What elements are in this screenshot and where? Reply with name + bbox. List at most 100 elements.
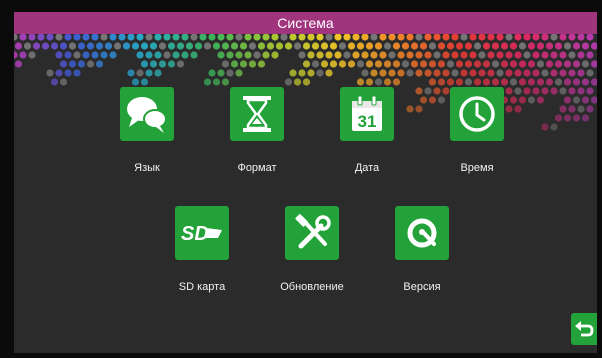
decorative-dot — [356, 60, 365, 68]
decorative-dot — [19, 51, 27, 59]
decorative-dot — [572, 78, 581, 86]
decorative-dot — [469, 51, 477, 59]
decorative-dot — [563, 42, 572, 50]
decorative-dot — [149, 60, 158, 68]
decorative-dot — [212, 42, 221, 50]
decorative-dot — [473, 78, 482, 86]
decorative-dot — [221, 42, 230, 50]
decorative-dot — [590, 60, 597, 68]
decorative-dot — [545, 78, 554, 86]
decorative-dot — [401, 42, 410, 50]
decorative-dot — [464, 60, 473, 68]
decorative-dot — [302, 60, 311, 68]
decorative-dot — [217, 69, 225, 77]
decorative-dot — [113, 42, 122, 50]
decorative-dot — [77, 42, 86, 50]
decorative-dot — [581, 96, 590, 104]
decorative-dot — [266, 42, 275, 50]
decorative-dot — [559, 51, 567, 59]
back-arrow-icon — [575, 321, 594, 337]
decorative-dot — [320, 60, 329, 68]
decorative-dot — [374, 60, 383, 68]
decorative-dot — [55, 51, 63, 59]
decorative-dot — [410, 60, 419, 68]
decorative-dot — [14, 51, 18, 59]
decorative-dot — [478, 51, 486, 59]
decorative-dot — [203, 78, 212, 86]
decorative-dot — [343, 34, 351, 41]
language-button[interactable] — [120, 87, 174, 141]
decorative-dot — [356, 78, 365, 86]
decorative-dot — [469, 69, 477, 77]
back-button[interactable] — [571, 313, 597, 345]
decorative-dot — [226, 69, 234, 77]
decorative-dot — [257, 60, 266, 68]
decorative-dot — [64, 51, 72, 59]
decorative-dot — [379, 69, 387, 77]
decorative-dot — [541, 69, 549, 77]
decorative-dot — [109, 51, 117, 59]
decorative-dot — [482, 60, 491, 68]
decorative-dot — [28, 34, 36, 41]
decorative-dot — [581, 114, 590, 122]
decorative-dot — [248, 60, 257, 68]
decorative-dot — [500, 60, 509, 68]
decorative-dot — [406, 69, 414, 77]
decorative-dot — [334, 51, 342, 59]
decorative-dot — [568, 51, 576, 59]
clock-icon — [459, 96, 495, 132]
decorative-dot — [496, 51, 504, 59]
page-title: Система — [277, 15, 334, 31]
decorative-dot — [554, 114, 563, 122]
decorative-dot — [428, 96, 437, 104]
sd-card-button[interactable]: SD — [175, 206, 229, 260]
decorative-dot — [536, 96, 545, 104]
decorative-dot — [383, 42, 392, 50]
format-button[interactable] — [230, 87, 284, 141]
decorative-dot — [491, 42, 500, 50]
decorative-dot — [496, 69, 504, 77]
decorative-dot — [568, 87, 576, 95]
decorative-dot — [284, 78, 293, 86]
decorative-dot — [235, 69, 243, 77]
decorative-dot — [361, 51, 369, 59]
decorative-dot — [545, 60, 554, 68]
decorative-dot — [181, 34, 189, 41]
decorative-dot — [149, 42, 158, 50]
update-button[interactable] — [285, 206, 339, 260]
decorative-dot — [577, 69, 585, 77]
decorative-dot — [383, 78, 392, 86]
decorative-dot — [136, 34, 144, 41]
decorative-dot — [374, 42, 383, 50]
decorative-dot — [271, 34, 279, 41]
decorative-dot — [167, 42, 176, 50]
decorative-dot — [514, 87, 522, 95]
decorative-dot — [550, 51, 558, 59]
decorative-dot — [568, 105, 576, 113]
decorative-dot — [550, 34, 558, 41]
decorative-dot — [73, 69, 81, 77]
decorative-dot — [545, 42, 554, 50]
decorative-dot — [514, 51, 522, 59]
decorative-dot — [392, 60, 401, 68]
time-button[interactable] — [450, 87, 504, 141]
decorative-dot — [590, 96, 597, 104]
decorative-dot — [208, 69, 216, 77]
decorative-dot — [523, 87, 531, 95]
decorative-dot — [442, 87, 450, 95]
decorative-dot — [433, 87, 441, 95]
decorative-dot — [181, 51, 189, 59]
version-button[interactable] — [395, 206, 449, 260]
decorative-dot — [235, 51, 243, 59]
decorative-dot — [361, 69, 369, 77]
decorative-dot — [262, 34, 270, 41]
decorative-dot — [50, 78, 59, 86]
decorative-dot — [572, 96, 581, 104]
decorative-dot — [311, 42, 320, 50]
date-button[interactable]: 31 — [340, 87, 394, 141]
decorative-dot — [455, 78, 464, 86]
decorative-dot — [14, 42, 23, 50]
svg-text:SD: SD — [181, 223, 209, 244]
decorative-dot — [145, 34, 153, 41]
decorative-dot — [505, 87, 513, 95]
